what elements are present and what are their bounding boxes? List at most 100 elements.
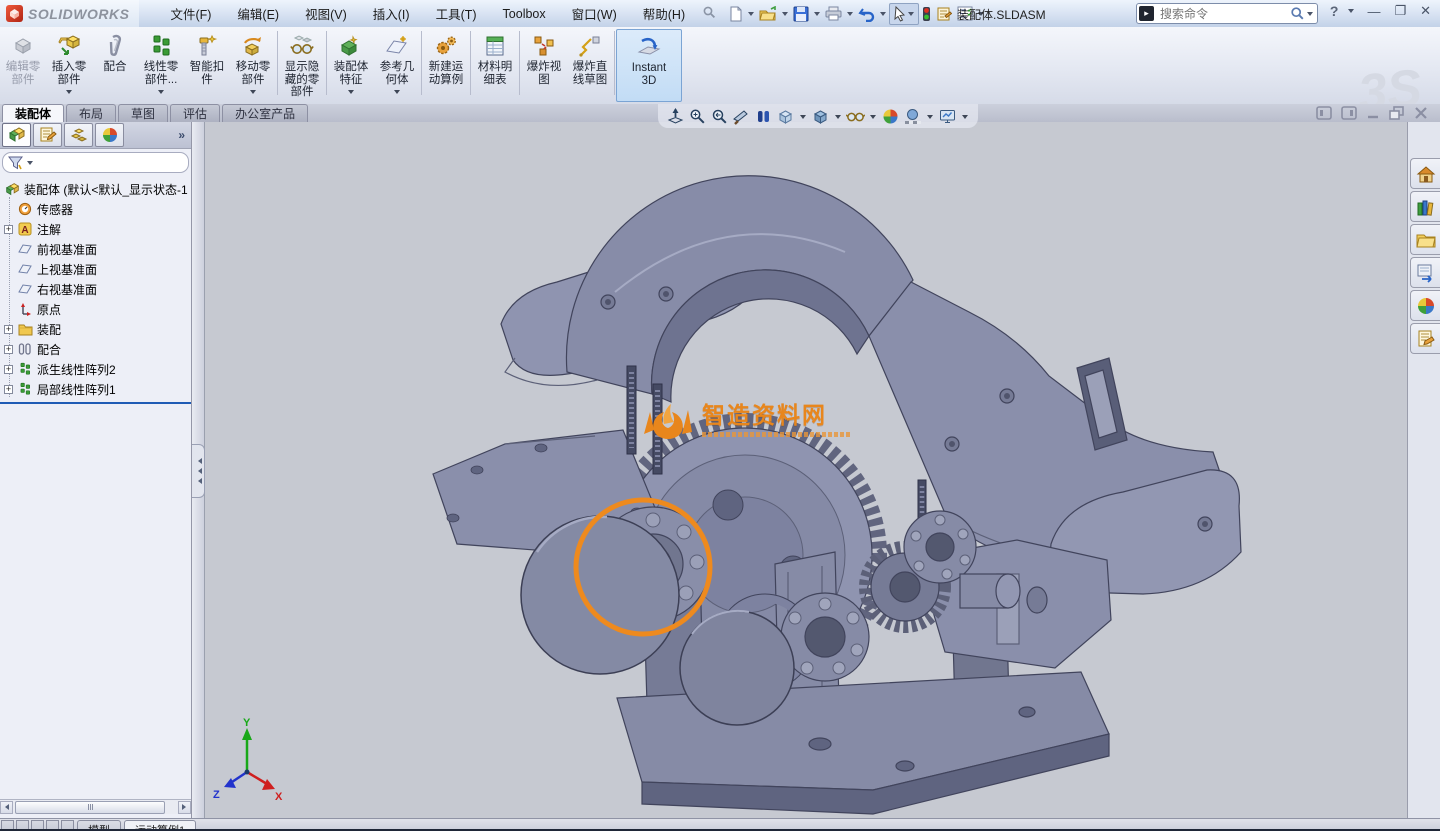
new-motion-study-button[interactable]: 新建运动算例 (423, 29, 469, 100)
tree-row-mates[interactable]: 配合 (0, 339, 191, 359)
linear-component-pattern-button[interactable]: 线性零部件... (138, 29, 184, 100)
expand-toggle[interactable] (4, 345, 13, 354)
expand-toggle[interactable] (4, 365, 13, 374)
filter-dropdown-icon[interactable] (27, 161, 33, 168)
menu-pin-icon[interactable] (702, 5, 716, 22)
new-document-icon[interactable] (726, 4, 745, 24)
solidworks-resources-tab[interactable] (1410, 158, 1440, 189)
tree-row-right-plane[interactable]: 右视基准面 (0, 279, 191, 299)
propertymanager-tab[interactable] (33, 123, 62, 147)
view-palette-tab[interactable] (1410, 257, 1440, 288)
tree-row-front-plane[interactable]: 前视基准面 (0, 239, 191, 259)
tab-office-products[interactable]: 办公室产品 (222, 104, 308, 122)
tree-row-sensors[interactable]: 传感器 (0, 199, 191, 219)
rollback-bar[interactable] (0, 402, 191, 404)
custom-properties-tab[interactable] (1410, 323, 1440, 354)
motion-study-tab[interactable]: 运动算例1 (124, 820, 196, 831)
restore-button[interactable]: ❐ (1391, 3, 1409, 19)
doc-restore-icon[interactable] (1389, 106, 1405, 120)
appearances-scenes-tab[interactable] (1410, 290, 1440, 321)
zoom-to-area-icon[interactable] (688, 107, 707, 126)
tab-layout[interactable]: 布局 (66, 104, 116, 122)
move-component-button[interactable]: 移动零部件 (230, 29, 276, 100)
close-button[interactable]: ✕ (1417, 3, 1434, 19)
panel-splitter[interactable] (192, 122, 205, 818)
menu-window[interactable]: 窗口(W) (559, 0, 630, 28)
save-icon[interactable] (791, 4, 811, 24)
model-tab[interactable]: 模型 (77, 820, 121, 831)
expand-toggle[interactable] (4, 325, 13, 334)
tree-row-origin[interactable]: 原点 (0, 299, 191, 319)
tree-row-annotations[interactable]: A 注解 (0, 219, 191, 239)
displaymanager-tab[interactable] (95, 123, 124, 147)
select-cursor-icon[interactable] (889, 3, 919, 25)
explode-line-sketch-button[interactable]: 爆炸直线草图 (567, 29, 613, 100)
file-explorer-tab[interactable] (1410, 224, 1440, 255)
edit-appearance-icon[interactable] (881, 107, 900, 126)
menu-file[interactable]: 文件(F) (157, 0, 224, 28)
help-icon[interactable]: ? (1330, 3, 1339, 19)
tree-root-row[interactable]: 装配体 (默认<默认_显示状态-1 (0, 179, 191, 199)
menu-view[interactable]: 视图(V) (292, 0, 360, 28)
zoom-to-fit-icon[interactable] (666, 107, 685, 126)
tree-row-top-plane[interactable]: 上视基准面 (0, 259, 191, 279)
doc-minimize-icon[interactable] (1366, 106, 1380, 120)
menu-toolbox[interactable]: Toolbox (490, 2, 559, 26)
file-properties-icon[interactable] (934, 4, 954, 24)
pane-left-toggle-icon[interactable] (1316, 106, 1332, 120)
doc-close-icon[interactable] (1414, 106, 1428, 120)
smart-fasteners-button[interactable]: 智能扣件 (184, 29, 230, 100)
viewport-canvas[interactable]: Y X Z 智造资料网 (205, 122, 1407, 818)
tree-row-derived-pattern[interactable]: 派生线性阵列2 (0, 359, 191, 379)
apply-scene-icon[interactable] (903, 107, 922, 126)
pane-right-toggle-icon[interactable] (1341, 106, 1357, 120)
edit-component-button[interactable]: 编辑零部件 (0, 29, 46, 100)
help-dropdown-icon[interactable] (1348, 9, 1354, 16)
undo-icon[interactable] (856, 4, 877, 24)
tree-filter-box[interactable] (2, 152, 189, 173)
menu-tools[interactable]: 工具(T) (423, 0, 490, 28)
view-orientation-icon[interactable] (776, 107, 795, 126)
scroll-left-arrow[interactable] (0, 801, 13, 814)
view-settings-icon[interactable] (938, 107, 957, 126)
hide-show-items-icon[interactable] (846, 107, 865, 126)
open-icon[interactable] (757, 4, 779, 24)
panel-collapse-handle[interactable] (192, 444, 205, 498)
search-input[interactable] (1158, 6, 1290, 22)
design-library-tab[interactable] (1410, 191, 1440, 222)
print-icon[interactable] (823, 4, 844, 23)
featuremanager-tab[interactable] (2, 123, 31, 147)
study-nav-button[interactable] (1, 820, 14, 831)
bill-of-materials-button[interactable]: 材料明细表 (472, 29, 518, 100)
section-tool-icon[interactable] (754, 107, 773, 126)
search-icon[interactable] (1290, 6, 1305, 21)
tab-sketch[interactable]: 草图 (118, 104, 168, 122)
tab-assembly[interactable]: 装配体 (2, 104, 64, 122)
previous-view-icon[interactable] (710, 107, 729, 126)
tree-row-assembly-folder[interactable]: 装配 (0, 319, 191, 339)
display-style-icon[interactable] (811, 107, 830, 126)
show-hidden-components-button[interactable]: 显示隐藏的零部件 (279, 29, 325, 100)
study-nav-button[interactable] (16, 820, 29, 831)
expand-toggle[interactable] (4, 225, 13, 234)
tree-row-local-pattern[interactable]: 局部线性阵列1 (0, 379, 191, 399)
panel-overflow-chevron-icon[interactable]: » (178, 128, 185, 142)
mate-button[interactable]: 配合 (92, 29, 138, 100)
insert-component-button[interactable]: 插入零部件 (46, 29, 92, 100)
expand-toggle[interactable] (4, 385, 13, 394)
study-nav-button[interactable] (46, 820, 59, 831)
assembly-features-button[interactable]: 装配体特征 (328, 29, 374, 100)
rebuild-traffic-light-icon[interactable] (920, 4, 933, 24)
menu-help[interactable]: 帮助(H) (630, 0, 698, 28)
panel-horizontal-scrollbar[interactable] (0, 799, 191, 814)
scroll-thumb[interactable] (15, 801, 165, 814)
study-nav-button[interactable] (61, 820, 74, 831)
scroll-right-arrow[interactable] (178, 801, 191, 814)
menu-edit[interactable]: 编辑(E) (224, 0, 292, 28)
instant3d-button[interactable]: Instant3D (616, 29, 682, 102)
study-nav-button[interactable] (31, 820, 44, 831)
section-view-icon[interactable] (732, 107, 751, 126)
menu-insert[interactable]: 插入(I) (360, 0, 423, 28)
exploded-view-button[interactable]: 爆炸视图 (521, 29, 567, 100)
minimize-button[interactable]: — (1364, 4, 1383, 19)
